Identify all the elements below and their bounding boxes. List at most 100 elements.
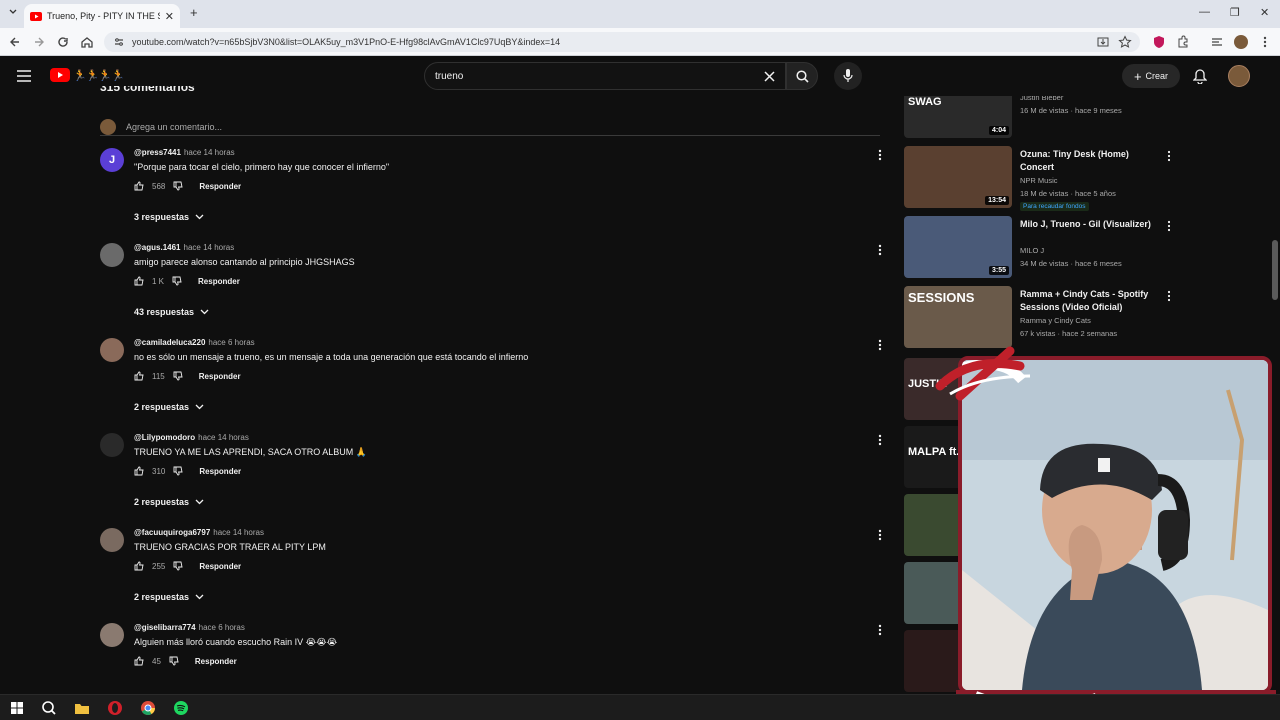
home-icon[interactable]	[80, 35, 94, 49]
taskbar-search-icon[interactable]	[40, 699, 58, 717]
plus-icon: +	[1133, 68, 1142, 84]
reply-button[interactable]: Responder	[199, 182, 241, 191]
video-title[interactable]: Milo J, Trueno - Gil (Visualizer)	[1020, 218, 1154, 231]
like-icon[interactable]	[134, 466, 144, 476]
reply-button[interactable]: Responder	[199, 562, 241, 571]
view-replies-button[interactable]: 2 respuestas	[134, 592, 204, 602]
video-menu-icon[interactable]	[1166, 150, 1170, 162]
view-replies-button[interactable]: 2 respuestas	[134, 497, 204, 507]
tab-close-icon[interactable]: ✕	[165, 10, 174, 23]
reply-button[interactable]: Responder	[195, 657, 237, 666]
minimize-button[interactable]: —	[1199, 6, 1210, 18]
comment-menu-icon[interactable]	[876, 338, 884, 352]
comment-author[interactable]: @press7441	[134, 148, 181, 157]
commenter-avatar[interactable]	[100, 338, 124, 362]
windows-start-icon[interactable]	[8, 699, 26, 717]
hamburger-menu-icon[interactable]	[17, 70, 31, 82]
video-thumbnail[interactable]: SWAG 4:04	[904, 96, 1012, 138]
reload-icon[interactable]	[56, 35, 70, 49]
clear-search-icon[interactable]	[764, 71, 775, 82]
video-menu-icon[interactable]	[1166, 290, 1170, 302]
commenter-avatar[interactable]	[100, 528, 124, 552]
address-bar[interactable]: youtube.com/watch?v=n65bSjbV3N0&list=OLA…	[104, 32, 1140, 52]
like-icon[interactable]	[134, 181, 144, 191]
comment-time[interactable]: hace 6 horas	[208, 338, 254, 347]
install-app-icon[interactable]	[1096, 35, 1110, 49]
related-video-item[interactable]: 13:54 Ozuna: Tiny Desk (Home) Concert NPR …	[904, 146, 1170, 211]
video-title[interactable]: Ramma + Cindy Cats - Spotify Sessions (V…	[1020, 288, 1154, 314]
comment-time[interactable]: hace 6 horas	[199, 623, 245, 632]
maximize-button[interactable]: ❐	[1230, 6, 1240, 19]
bookmark-star-icon[interactable]	[1118, 35, 1132, 49]
site-info-icon[interactable]	[114, 37, 124, 47]
forward-icon[interactable]	[32, 35, 46, 49]
comment-author[interactable]: @camiladeluca220	[134, 338, 205, 347]
dislike-icon[interactable]	[173, 371, 183, 381]
video-title[interactable]: Ozuna: Tiny Desk (Home) Concert	[1020, 148, 1154, 174]
comment-time[interactable]: hace 14 horas	[184, 148, 235, 157]
channel-name[interactable]: NPR Music	[1020, 176, 1058, 185]
spotify-icon[interactable]	[172, 699, 190, 717]
related-video-item[interactable]: SWAG4:04(Audio)Justin Bieber16 M de vist…	[904, 96, 1170, 140]
browser-tab[interactable]: Trueno, Pity - PITY IN THE SKY ✕	[24, 4, 180, 28]
notifications-bell-icon[interactable]	[1193, 69, 1207, 84]
create-button[interactable]: + Crear	[1122, 64, 1180, 88]
comment-menu-icon[interactable]	[876, 623, 884, 637]
reading-list-icon[interactable]	[1210, 35, 1224, 49]
youtube-logo[interactable]: 🏃🏃🏃🏃	[50, 68, 125, 82]
related-video-item[interactable]: 3:55 Milo J, Trueno - Gil (Visualizer) MIL…	[904, 216, 1170, 280]
channel-name[interactable]: MILO J	[1020, 246, 1044, 255]
dislike-icon[interactable]	[172, 276, 182, 286]
like-icon[interactable]	[134, 276, 144, 286]
comment-time[interactable]: hace 14 horas	[213, 528, 264, 537]
view-replies-button[interactable]: 43 respuestas	[134, 307, 209, 317]
comment-author[interactable]: @Lilypomodoro	[134, 433, 195, 442]
page-scrollbar[interactable]	[1272, 240, 1278, 300]
dislike-icon[interactable]	[173, 561, 183, 571]
reply-button[interactable]: Responder	[198, 277, 240, 286]
view-replies-button[interactable]: 2 respuestas	[134, 402, 204, 412]
comment-menu-icon[interactable]	[876, 148, 884, 162]
account-avatar[interactable]	[1228, 65, 1250, 87]
channel-name[interactable]: Justin Bieber	[1020, 96, 1063, 102]
back-icon[interactable]	[8, 35, 22, 49]
commenter-avatar[interactable]	[100, 433, 124, 457]
commenter-avatar[interactable]	[100, 243, 124, 267]
commenter-avatar[interactable]: J	[100, 148, 124, 172]
chrome-icon[interactable]	[139, 699, 157, 717]
comment-menu-icon[interactable]	[876, 433, 884, 447]
comment-author[interactable]: @agus.1461	[134, 243, 181, 252]
commenter-avatar[interactable]	[100, 623, 124, 647]
add-comment-box[interactable]: Agrega un comentario...	[100, 118, 880, 136]
dislike-icon[interactable]	[173, 181, 183, 191]
video-thumbnail[interactable]: 13:54	[904, 146, 1012, 208]
view-replies-button[interactable]: 3 respuestas	[134, 212, 204, 222]
profile-avatar[interactable]	[1234, 35, 1248, 49]
video-menu-icon[interactable]	[1166, 220, 1170, 232]
browser-menu-icon[interactable]	[1258, 35, 1272, 49]
file-explorer-icon[interactable]	[73, 699, 91, 717]
extension-icon[interactable]	[1152, 35, 1166, 49]
dislike-icon[interactable]	[169, 656, 179, 666]
like-icon[interactable]	[134, 656, 144, 666]
comment-author[interactable]: @giselibarra774	[134, 623, 196, 632]
video-thumbnail[interactable]: SESSIONS	[904, 286, 1012, 348]
like-icon[interactable]	[134, 561, 144, 571]
opera-browser-icon[interactable]	[106, 699, 124, 717]
video-thumbnail[interactable]: 3:55	[904, 216, 1012, 278]
window-close-button[interactable]: ✕	[1260, 6, 1269, 19]
reply-button[interactable]: Responder	[199, 372, 241, 381]
channel-name[interactable]: Ramma y Cindy Cats	[1020, 316, 1091, 325]
reply-button[interactable]: Responder	[199, 467, 241, 476]
extensions-puzzle-icon[interactable]	[1176, 35, 1190, 49]
related-video-item[interactable]: SESSIONS Ramma + Cindy Cats - Spotify Ses…	[904, 286, 1170, 350]
like-icon[interactable]	[134, 371, 144, 381]
comment-author[interactable]: @facuuquiroga6797	[134, 528, 210, 537]
comment-menu-icon[interactable]	[876, 528, 884, 542]
comment-time[interactable]: hace 14 horas	[184, 243, 235, 252]
new-tab-button[interactable]: +	[190, 5, 198, 20]
comment-menu-icon[interactable]	[876, 243, 884, 257]
tab-search-icon[interactable]	[8, 7, 18, 17]
comment-time[interactable]: hace 14 horas	[198, 433, 249, 442]
dislike-icon[interactable]	[173, 466, 183, 476]
